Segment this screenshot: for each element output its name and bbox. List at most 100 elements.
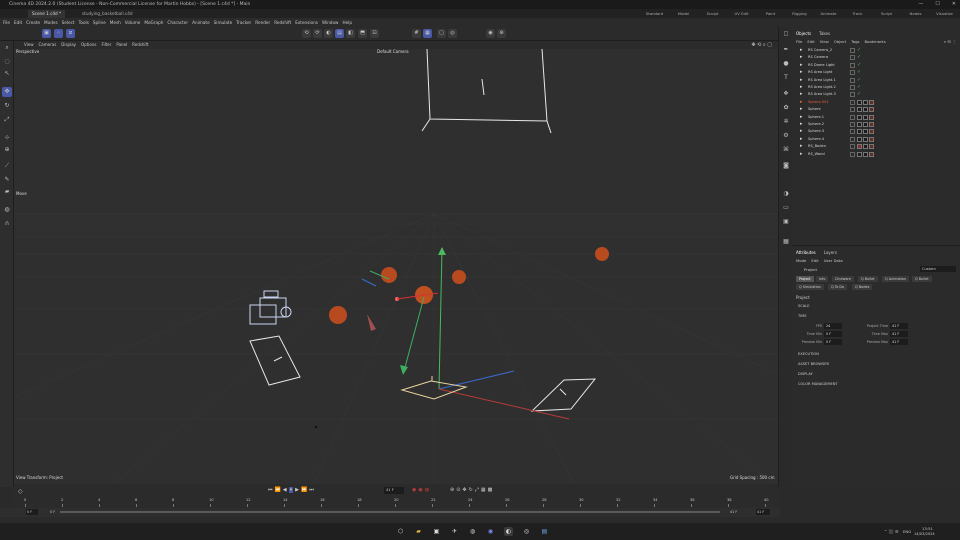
layout-sculpt[interactable]: Sculpt <box>698 9 727 18</box>
visibility-toggle[interactable] <box>850 62 855 68</box>
material-tags[interactable] <box>857 129 874 135</box>
section-time[interactable]: TIME <box>798 314 807 318</box>
viewport-camera[interactable]: Default Camera <box>377 49 409 54</box>
object-name[interactable]: RS Camera <box>808 54 828 61</box>
pointer-icon[interactable]: ↖ <box>2 69 12 79</box>
snap-icon[interactable]: ⊡ <box>370 29 379 38</box>
start-frame-field[interactable]: 0 F <box>26 509 38 515</box>
tab-layers[interactable]: Layers <box>820 249 841 256</box>
spline-pen-icon[interactable]: ✒ <box>781 45 791 55</box>
material-tag-icon[interactable] <box>857 129 862 135</box>
cube-icon[interactable]: ◻ <box>781 29 791 39</box>
menu-animate[interactable]: Animate <box>192 18 210 27</box>
field-value[interactable]: 41 F <box>890 339 908 345</box>
select-icon[interactable]: ◌ <box>2 57 12 67</box>
field-preview-max[interactable]: Preview Max 41 F <box>858 339 928 345</box>
attr-btn-nodes[interactable]: Q Nodes <box>852 284 873 290</box>
preview-end-field[interactable]: 41 F <box>730 509 737 515</box>
layout-standard[interactable]: Standard <box>640 9 669 18</box>
go-start-icon[interactable]: ⏮ <box>268 487 273 493</box>
tab-attributes[interactable]: Attributes <box>792 249 820 256</box>
enabled-check-icon[interactable]: ✓ <box>857 84 861 91</box>
rotate-icon[interactable]: ↻ <box>2 101 12 111</box>
field-icon[interactable]: ✲ <box>781 117 791 127</box>
grid-snap-icon[interactable]: # <box>412 29 421 38</box>
obj-menu-bookmarks[interactable]: Bookmarks <box>865 39 886 44</box>
range-slider[interactable] <box>60 511 720 513</box>
app-icon[interactable]: ▣ <box>432 527 441 536</box>
close-button[interactable]: ✕ <box>952 0 956 9</box>
material-tag-icon[interactable] <box>863 107 868 113</box>
material-tag-icon[interactable] <box>869 107 874 113</box>
menu-spline[interactable]: Spline <box>93 18 106 27</box>
visibility-toggle[interactable] <box>850 70 855 76</box>
current-frame-field[interactable]: 41 F <box>384 487 404 494</box>
tag-icon[interactable]: ⌘ <box>781 145 791 155</box>
sculpt-icon[interactable]: ◍ <box>2 205 12 215</box>
object-name[interactable]: RS Area Light.2 <box>808 84 836 91</box>
vp-menu-display[interactable]: Display <box>61 41 76 49</box>
obj-menu-view[interactable]: View <box>820 39 829 44</box>
field-value[interactable]: 41 F <box>890 331 908 337</box>
menu-tools[interactable]: Tools <box>79 18 89 27</box>
camera-app-icon[interactable]: ◎ <box>522 527 531 536</box>
material-tag-icon[interactable] <box>857 151 862 157</box>
layout-uv-edit[interactable]: UV Edit <box>727 9 756 18</box>
material-tag-icon[interactable] <box>857 99 862 105</box>
layout-track[interactable]: Track <box>843 9 872 18</box>
steam-icon[interactable]: ◍ <box>468 527 477 536</box>
visibility-toggle[interactable] <box>850 99 855 105</box>
layout-nodes[interactable]: Nodes <box>901 9 930 18</box>
object-name[interactable]: Sphere.3 <box>808 128 824 135</box>
target-icon[interactable]: ◎ <box>448 29 457 38</box>
axis-icon[interactable]: ⊹ <box>2 133 12 143</box>
field-value[interactable]: 24 <box>824 323 842 329</box>
tab-objects[interactable]: Objects <box>792 30 815 37</box>
magnet-icon[interactable]: ∩ <box>2 219 12 229</box>
material-tag-icon[interactable] <box>857 107 862 113</box>
visibility-toggle[interactable] <box>850 114 855 120</box>
material-sphere-icon[interactable]: ◑ <box>781 189 791 199</box>
deformer-icon[interactable]: ✿ <box>781 103 791 113</box>
menu-simulate[interactable]: Simulate <box>214 18 233 27</box>
visibility-toggle[interactable] <box>850 48 855 53</box>
field-preview-min[interactable]: Preview Min 0 F <box>792 339 862 345</box>
obj-menu-tags[interactable]: Tags <box>851 39 859 44</box>
object-name[interactable]: Sphere <box>808 106 821 113</box>
enabled-check-icon[interactable]: ✓ <box>857 47 861 54</box>
discord-icon[interactable]: ◉ <box>486 527 495 536</box>
object-row[interactable]: ▸ Sphere.001 <box>794 99 956 106</box>
layout-script[interactable]: Script <box>872 9 901 18</box>
material-tag-icon[interactable] <box>869 129 874 135</box>
material-tag-icon[interactable] <box>863 114 868 120</box>
object-row[interactable]: ▸ RS Area Light.1 ✓ <box>794 77 956 84</box>
playback-icon[interactable]: ⊛ <box>497 29 506 38</box>
menu-mesh[interactable]: Mesh <box>110 18 121 27</box>
material-tag-icon[interactable] <box>863 129 868 135</box>
motion-icon[interactable]: ⊛ <box>450 487 454 493</box>
visibility-toggle[interactable] <box>850 55 855 61</box>
object-row[interactable]: ▸ RS Dome Light ✓ <box>794 62 956 69</box>
visibility-toggle[interactable] <box>850 122 855 127</box>
task-view-icon[interactable]: ⬡ <box>396 527 405 536</box>
points-mode-icon[interactable]: ⁘ <box>54 29 63 38</box>
vp-menu-filter[interactable]: Filter <box>101 41 111 49</box>
prev-key-icon[interactable]: ⏪ <box>275 487 281 493</box>
material-tag-icon[interactable] <box>869 114 874 120</box>
object-row[interactable]: ▸ RS Camera_2 ✓ <box>794 47 956 54</box>
minimize-button[interactable]: — <box>918 0 923 9</box>
text-icon[interactable]: T <box>781 73 791 83</box>
section-execution[interactable]: EXECUTION <box>798 352 819 356</box>
vp-menu-panel[interactable]: Panel <box>116 41 127 49</box>
vp-menu-redshift[interactable]: Redshift <box>132 41 148 49</box>
object-row[interactable]: ▸ RS Area Light.2 ✓ <box>794 84 956 91</box>
record-key-icon[interactable]: ◉ <box>412 487 416 493</box>
coordinate-icon[interactable]: ⊕ <box>2 145 12 155</box>
pause-icon[interactable]: ⏸ <box>288 487 294 493</box>
attr-btn-bullet[interactable]: Q Bullet <box>858 276 878 282</box>
material-tags[interactable] <box>857 99 874 105</box>
enabled-check-icon[interactable]: ✓ <box>857 77 861 84</box>
menu-render[interactable]: Render <box>255 18 270 27</box>
object-row[interactable]: ▸ RS_Boden <box>794 143 956 150</box>
object-row[interactable]: ▸ RS Camera ✓ <box>794 54 956 61</box>
